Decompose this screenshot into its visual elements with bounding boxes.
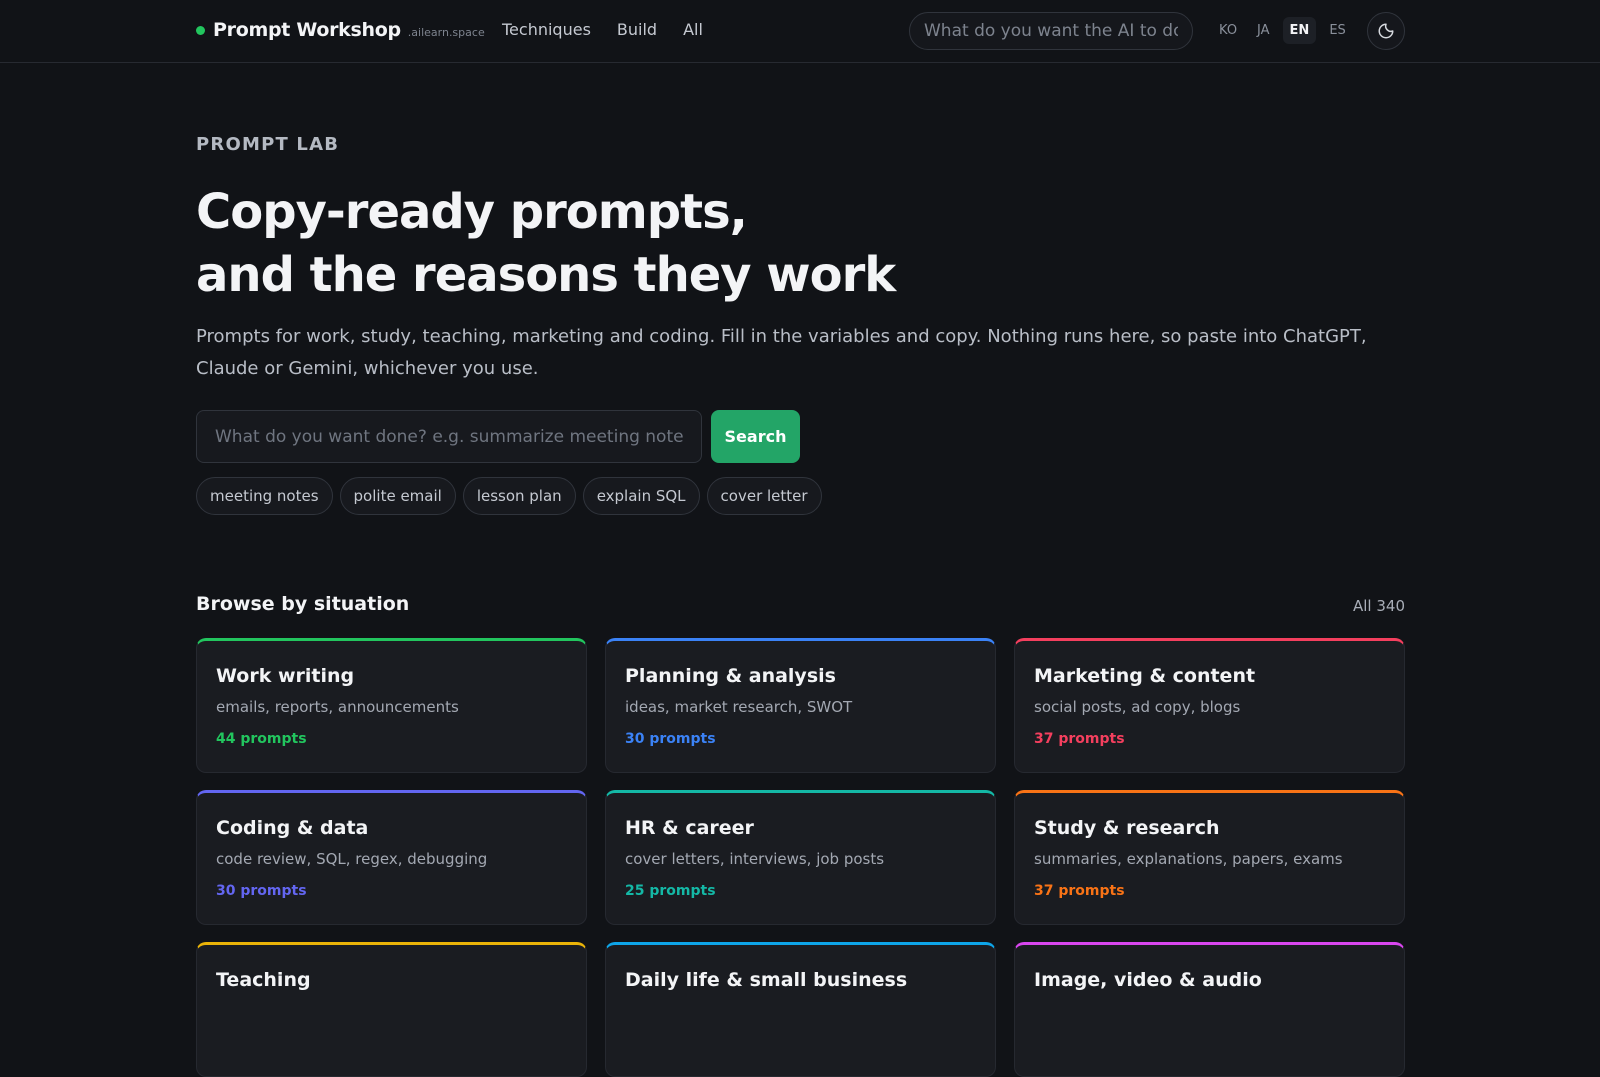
search-button[interactable]: Search — [711, 410, 800, 463]
hero-search-input[interactable] — [196, 410, 702, 463]
chip-polite-email[interactable]: polite email — [339, 477, 456, 515]
category-description: summaries, explanations, papers, exams — [1034, 850, 1343, 868]
suggestion-chips: meeting notes polite email lesson plan e… — [196, 477, 822, 515]
category-count: 30 prompts — [216, 883, 307, 899]
nav-all[interactable]: All — [683, 20, 703, 39]
category-count: 30 prompts — [625, 731, 716, 747]
category-card-teaching[interactable]: Teaching — [196, 942, 587, 1077]
lang-es[interactable]: ES — [1322, 17, 1352, 44]
category-card-coding-data[interactable]: Coding & data code review, SQL, regex, d… — [196, 790, 587, 925]
category-title: Coding & data — [216, 817, 369, 839]
brand-domain: .ailearn.space — [407, 26, 485, 39]
category-title: HR & career — [625, 817, 754, 839]
nav-build[interactable]: Build — [617, 20, 657, 39]
category-card-planning-analysis[interactable]: Planning & analysis ideas, market resear… — [605, 638, 996, 773]
chip-cover-letter[interactable]: cover letter — [706, 477, 822, 515]
hero-description: Prompts for work, study, teaching, marke… — [196, 326, 1367, 379]
hero-headline: Copy-ready prompts, and the reasons they… — [196, 181, 1406, 307]
headline-line-2: and the reasons they work — [196, 247, 896, 303]
lang-ja[interactable]: JA — [1250, 17, 1277, 44]
language-switcher: KO JA EN ES — [1212, 17, 1353, 44]
category-count: 37 prompts — [1034, 731, 1125, 747]
header-search-input[interactable] — [909, 12, 1193, 50]
hero-search: Search — [196, 410, 800, 463]
category-card-daily-life[interactable]: Daily life & small business — [605, 942, 996, 1077]
brand-name: Prompt Workshop — [213, 19, 401, 41]
category-count: 44 prompts — [216, 731, 307, 747]
category-card-study-research[interactable]: Study & research summaries, explanations… — [1014, 790, 1405, 925]
chip-lesson-plan[interactable]: lesson plan — [462, 477, 576, 515]
hero-eyebrow: PROMPT LAB — [196, 134, 340, 155]
category-title: Study & research — [1034, 817, 1220, 839]
category-description: emails, reports, announcements — [216, 698, 459, 716]
main-nav: Techniques Build All — [502, 20, 703, 39]
category-title: Marketing & content — [1034, 665, 1256, 687]
brand-dot-icon — [196, 25, 205, 35]
browse-section-title: Browse by situation — [196, 593, 410, 615]
lang-en[interactable]: EN — [1282, 17, 1317, 44]
category-card-marketing-content[interactable]: Marketing & content social posts, ad cop… — [1014, 638, 1405, 773]
brand-link[interactable]: Prompt Workshop .ailearn.space — [196, 19, 485, 41]
category-title: Planning & analysis — [625, 665, 836, 687]
lang-ko[interactable]: KO — [1212, 17, 1244, 44]
theme-toggle-button[interactable] — [1367, 12, 1405, 50]
category-title: Image, video & audio — [1034, 969, 1262, 991]
category-description: ideas, market research, SWOT — [625, 698, 853, 716]
chip-explain-sql[interactable]: explain SQL — [582, 477, 700, 515]
category-count: 25 prompts — [625, 883, 716, 899]
category-card-image-video-audio[interactable]: Image, video & audio — [1014, 942, 1405, 1077]
headline-line-1: Copy-ready prompts, — [196, 184, 748, 240]
category-card-work-writing[interactable]: Work writing emails, reports, announceme… — [196, 638, 587, 773]
category-title: Work writing — [216, 665, 355, 687]
browse-all-link[interactable]: All 340 — [1300, 597, 1405, 615]
chip-meeting-notes[interactable]: meeting notes — [196, 477, 333, 515]
category-description: social posts, ad copy, blogs — [1034, 698, 1241, 716]
category-title: Teaching — [216, 969, 311, 991]
nav-techniques[interactable]: Techniques — [502, 20, 591, 39]
category-title: Daily life & small business — [625, 969, 908, 991]
category-description: cover letters, interviews, job posts — [625, 850, 885, 868]
category-description: code review, SQL, regex, debugging — [216, 850, 488, 868]
hero-section: PROMPT LAB Copy-ready prompts, and the r… — [196, 134, 1406, 385]
category-count: 37 prompts — [1034, 883, 1125, 899]
category-card-hr-career[interactable]: HR & career cover letters, interviews, j… — [605, 790, 996, 925]
moon-icon — [1378, 23, 1394, 39]
top-navigation-bar: Prompt Workshop .ailearn.space Technique… — [0, 0, 1600, 63]
category-grid: Work writing emails, reports, announceme… — [196, 638, 1406, 1077]
